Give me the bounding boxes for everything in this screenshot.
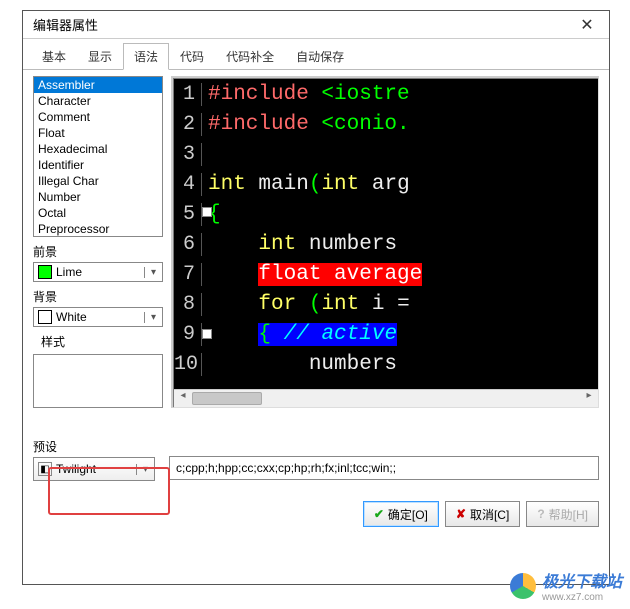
window-title: 编辑器属性 — [33, 15, 571, 34]
code-editor-preview: 1#include <iostre2#include <conio.34int … — [174, 79, 598, 389]
line-number: 3 — [174, 143, 202, 166]
list-item[interactable]: Illegal Char — [34, 173, 162, 189]
code-line: 9 { // active — [174, 319, 598, 349]
preset-label: 预设 — [33, 438, 155, 455]
close-icon[interactable]: ✕ — [571, 15, 603, 35]
preset-icon: ◧ — [38, 462, 52, 476]
tab-基本[interactable]: 基本 — [31, 43, 77, 69]
list-item[interactable]: Assembler — [34, 77, 162, 93]
line-number: 1 — [174, 83, 202, 106]
code-content: int numbers — [202, 233, 397, 256]
preset-row: 预设 ◧ Twilight ▾ — [33, 432, 599, 481]
ok-button[interactable]: ✔ 确定[O] — [363, 501, 439, 527]
upper-panel: AssemblerCharacterCommentFloatHexadecima… — [33, 76, 599, 408]
tab-代码补全[interactable]: 代码补全 — [215, 43, 285, 69]
check-icon: ✔ — [374, 507, 384, 521]
line-number: 5 — [174, 203, 202, 226]
code-content: for (int i = — [202, 293, 410, 316]
background-value: White — [56, 310, 144, 324]
ok-label: 确定[O] — [388, 506, 428, 523]
tab-显示[interactable]: 显示 — [77, 43, 123, 69]
preset-value: Twilight — [56, 462, 136, 476]
code-content: float average — [202, 263, 422, 286]
foreground-color-combo[interactable]: Lime ▾ — [33, 262, 163, 282]
code-content: #include <conio. — [202, 113, 410, 136]
tab-strip: 基本显示语法代码代码补全自动保存 — [23, 43, 609, 70]
help-icon: ? — [537, 507, 544, 521]
code-line: 10 numbers — [174, 349, 598, 379]
style-list[interactable] — [33, 354, 163, 408]
x-icon: ✘ — [456, 507, 466, 521]
code-line: 4int main(int arg — [174, 169, 598, 199]
preset-combo[interactable]: ◧ Twilight ▾ — [33, 457, 155, 481]
code-line: 5{ — [174, 199, 598, 229]
line-number: 7 — [174, 263, 202, 286]
dialog-button-row: ✔ 确定[O] ✘ 取消[C] ? 帮助[H] — [33, 501, 599, 527]
code-content: #include <iostre — [202, 83, 410, 106]
scroll-track[interactable] — [192, 390, 580, 407]
background-label: 背景 — [33, 288, 163, 305]
tab-自动保存[interactable]: 自动保存 — [285, 43, 355, 69]
background-color-combo[interactable]: White ▾ — [33, 307, 163, 327]
line-number: 9 — [174, 323, 202, 346]
left-column: AssemblerCharacterCommentFloatHexadecima… — [33, 76, 163, 408]
gutter-marker — [202, 207, 212, 217]
cancel-label: 取消[C] — [470, 506, 509, 523]
code-line: 3 — [174, 139, 598, 169]
foreground-value: Lime — [56, 265, 144, 279]
line-number: 2 — [174, 113, 202, 136]
scroll-right-icon[interactable]: ▸ — [580, 390, 598, 407]
chevron-down-icon: ▾ — [144, 267, 162, 278]
list-item[interactable]: Preprocessor — [34, 221, 162, 237]
file-extensions-input[interactable] — [169, 456, 599, 480]
chevron-down-icon: ▾ — [144, 312, 162, 323]
gutter-marker — [202, 329, 212, 339]
tab-代码[interactable]: 代码 — [169, 43, 215, 69]
horizontal-scrollbar[interactable]: ◂ ▸ — [174, 389, 598, 407]
list-item[interactable]: Identifier — [34, 157, 162, 173]
dialog-window: 编辑器属性 ✕ 基本显示语法代码代码补全自动保存 AssemblerCharac… — [22, 10, 610, 585]
list-item[interactable]: Float — [34, 125, 162, 141]
code-content: numbers — [202, 353, 397, 376]
code-preview-panel: 1#include <iostre2#include <conio.34int … — [171, 76, 599, 408]
help-label: 帮助[H] — [549, 506, 588, 523]
scroll-left-icon[interactable]: ◂ — [174, 390, 192, 407]
style-label: 样式 — [33, 333, 163, 350]
code-line: 2#include <conio. — [174, 109, 598, 139]
dialog-body: AssemblerCharacterCommentFloatHexadecima… — [23, 70, 609, 584]
cancel-button[interactable]: ✘ 取消[C] — [445, 501, 520, 527]
code-line: 6 int numbers — [174, 229, 598, 259]
list-item[interactable]: Octal — [34, 205, 162, 221]
list-item[interactable]: Character — [34, 93, 162, 109]
code-content: { // active — [202, 323, 397, 346]
line-number: 6 — [174, 233, 202, 256]
line-number: 10 — [174, 353, 202, 376]
watermark-url: www.xz7.com — [542, 592, 622, 603]
code-line: 7 float average — [174, 259, 598, 289]
foreground-swatch — [38, 265, 52, 279]
list-item[interactable]: Comment — [34, 109, 162, 125]
code-line: 8 for (int i = — [174, 289, 598, 319]
list-item[interactable]: Number — [34, 189, 162, 205]
help-button[interactable]: ? 帮助[H] — [526, 501, 599, 527]
background-swatch — [38, 310, 52, 324]
code-line: 1#include <iostre — [174, 79, 598, 109]
chevron-down-icon: ▾ — [136, 464, 154, 475]
foreground-label: 前景 — [33, 243, 163, 260]
list-item[interactable]: Hexadecimal — [34, 141, 162, 157]
preset-column: 预设 ◧ Twilight ▾ — [33, 432, 155, 481]
titlebar: 编辑器属性 ✕ — [23, 11, 609, 39]
syntax-element-list[interactable]: AssemblerCharacterCommentFloatHexadecima… — [33, 76, 163, 237]
scroll-thumb[interactable] — [192, 392, 262, 405]
tab-语法[interactable]: 语法 — [123, 43, 169, 70]
code-content: int main(int arg — [202, 173, 410, 196]
line-number: 4 — [174, 173, 202, 196]
line-number: 8 — [174, 293, 202, 316]
